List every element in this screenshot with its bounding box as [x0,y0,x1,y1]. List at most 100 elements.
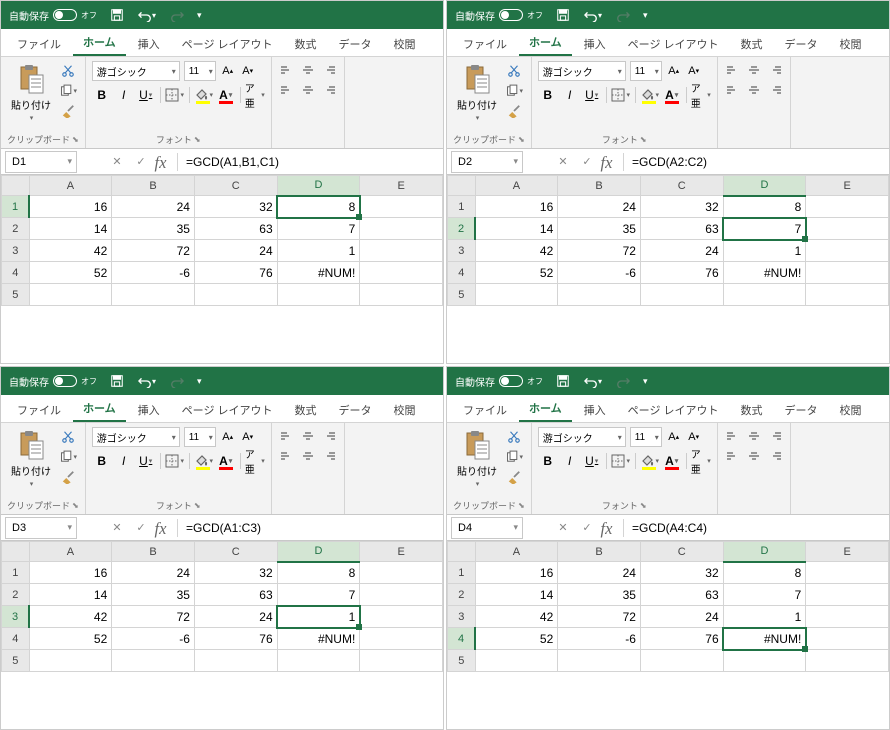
save-icon[interactable] [553,5,573,25]
align-top-icon[interactable] [276,61,296,79]
cell[interactable]: 63 [194,584,277,606]
bold-button[interactable]: B [92,85,112,105]
cell[interactable]: 24 [558,562,641,584]
align-left-icon[interactable] [722,81,742,99]
worksheet[interactable]: ABCDE116243282143563734272241452-676#NUM… [447,175,889,363]
cell[interactable]: 24 [640,606,723,628]
copy-icon[interactable]: ▾ [59,449,77,465]
cancel-icon[interactable]: ✕ [105,517,129,539]
cell[interactable]: 42 [29,606,112,628]
undo-icon[interactable]: ▾ [137,371,157,391]
tab-pagelayout[interactable]: ページ レイアウト [172,30,283,56]
save-icon[interactable] [107,5,127,25]
cell[interactable]: 32 [640,196,723,218]
column-header[interactable]: E [806,542,889,562]
align-bottom-icon[interactable] [766,61,786,79]
align-left-icon[interactable] [722,447,742,465]
italic-button[interactable]: I [114,451,134,471]
column-header[interactable]: E [360,542,443,562]
row-header[interactable]: 1 [448,196,476,218]
copy-icon[interactable]: ▾ [505,449,523,465]
tab-insert[interactable]: 挿入 [128,30,170,56]
row-header[interactable]: 2 [448,218,476,240]
select-all-corner[interactable] [448,176,476,196]
align-center-icon[interactable] [298,447,318,465]
font-color-button[interactable]: A▾ [662,85,682,105]
tab-insert[interactable]: 挿入 [574,30,616,56]
cell[interactable] [558,284,641,306]
worksheet[interactable]: ABCDE116243282143563734272241452-676#NUM… [447,541,889,729]
redo-icon[interactable] [167,371,187,391]
underline-button[interactable]: U▾ [136,85,156,105]
increase-font-icon[interactable]: A▴ [220,428,236,446]
cell[interactable] [806,562,889,584]
formula-input[interactable]: =GCD(A2:C2) [624,151,889,173]
tab-formulas[interactable]: 数式 [731,396,773,422]
tab-file[interactable]: ファイル [7,30,71,56]
increase-font-icon[interactable]: A▴ [666,428,682,446]
autosave-toggle[interactable]: 自動保存オフ [9,374,97,389]
copy-icon[interactable]: ▾ [59,83,77,99]
cell[interactable]: #NUM! [723,262,806,284]
cell[interactable] [360,584,443,606]
cell[interactable]: 72 [112,240,195,262]
dialog-launcher-icon[interactable]: ⬊ [72,135,79,144]
align-bottom-icon[interactable] [320,61,340,79]
column-header[interactable]: A [475,542,558,562]
tab-insert[interactable]: 挿入 [128,396,170,422]
align-bottom-icon[interactable] [320,427,340,445]
enter-icon[interactable]: ✓ [129,517,153,539]
paste-button[interactable]: 貼り付け▾ [453,427,501,490]
cell[interactable]: 16 [475,196,558,218]
tab-insert[interactable]: 挿入 [574,396,616,422]
bold-button[interactable]: B [538,85,558,105]
column-header[interactable]: C [640,176,723,196]
dialog-launcher-icon[interactable]: ⬊ [640,135,647,144]
cut-icon[interactable] [505,429,523,445]
cell[interactable] [112,650,195,672]
format-painter-icon[interactable] [505,103,523,119]
font-name-select[interactable]: 游ゴシック [538,61,626,81]
underline-button[interactable]: U▾ [582,85,602,105]
tab-pagelayout[interactable]: ページ レイアウト [618,396,729,422]
cell[interactable] [723,650,806,672]
tab-data[interactable]: データ [775,30,828,56]
cell[interactable]: 1 [723,240,806,262]
tab-file[interactable]: ファイル [453,30,517,56]
cell[interactable]: 1 [723,606,806,628]
cell[interactable]: 42 [475,606,558,628]
cell[interactable]: -6 [112,628,195,650]
border-button[interactable]: ▾ [165,85,185,105]
cell[interactable] [360,606,443,628]
cell[interactable]: 42 [29,240,112,262]
cell[interactable] [277,284,360,306]
column-header[interactable]: D [723,542,806,562]
cell[interactable]: 16 [29,562,112,584]
tab-home[interactable]: ホーム [73,28,126,56]
align-left-icon[interactable] [276,81,296,99]
cell[interactable]: 32 [640,562,723,584]
enter-icon[interactable]: ✓ [129,151,153,173]
align-center-icon[interactable] [744,447,764,465]
qat-customize[interactable]: ▾ [197,10,202,21]
row-header[interactable]: 4 [448,628,476,650]
cell[interactable]: 14 [29,218,112,240]
row-header[interactable]: 4 [2,262,30,284]
select-all-corner[interactable] [2,542,30,562]
fx-icon[interactable]: fx [153,151,177,173]
decrease-font-icon[interactable]: A▾ [686,62,702,80]
font-color-button[interactable]: A▾ [216,451,236,471]
cell[interactable] [806,628,889,650]
undo-icon[interactable]: ▾ [137,5,157,25]
cell[interactable] [29,284,112,306]
select-all-corner[interactable] [448,542,476,562]
cell[interactable] [360,262,443,284]
cell[interactable] [640,650,723,672]
cut-icon[interactable] [505,63,523,79]
phonetic-button[interactable]: ア亜▾ [691,85,711,105]
tab-home[interactable]: ホーム [519,394,572,422]
tab-pagelayout[interactable]: ページ レイアウト [172,396,283,422]
cell[interactable]: 35 [558,584,641,606]
column-header[interactable]: B [112,176,195,196]
paste-button[interactable]: 貼り付け▾ [453,61,501,124]
